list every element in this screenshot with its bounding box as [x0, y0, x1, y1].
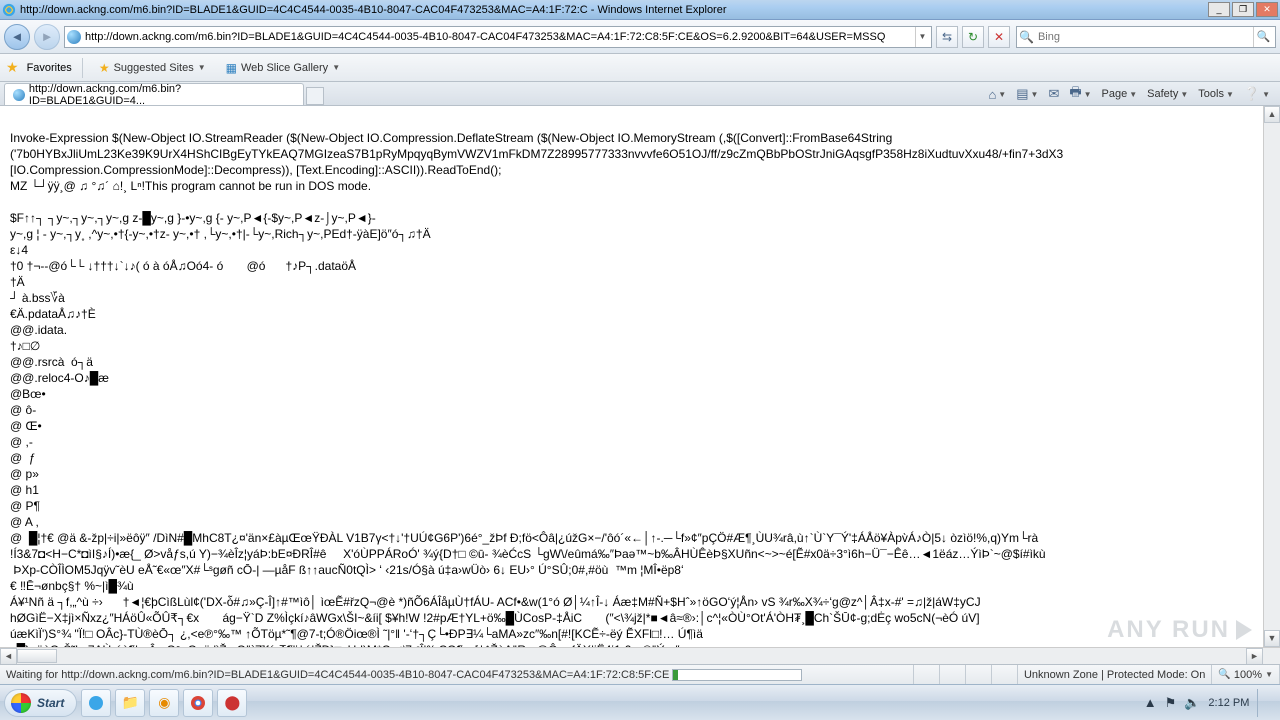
new-tab-button[interactable]: [306, 87, 324, 105]
page-icon: ▦: [226, 61, 237, 75]
tab-title: http://down.ackng.com/m6.bin?ID=BLADE1&G…: [29, 83, 295, 107]
play-icon: [1236, 620, 1252, 640]
windows-taskbar: Start 📁 ◉ ⬤ ▲ ⚑ 🔈 2:12 PM: [0, 684, 1280, 720]
help-icon: ❔: [1244, 86, 1260, 102]
help-button[interactable]: ❔▼: [1244, 86, 1270, 102]
globe-icon: [67, 30, 81, 44]
forward-button[interactable]: ►: [34, 24, 60, 50]
search-go-button[interactable]: 🔍: [1253, 27, 1273, 47]
globe-icon: [13, 89, 25, 101]
maximize-button[interactable]: ❐: [1232, 2, 1254, 17]
suggested-sites-link[interactable]: ★ Suggested Sites ▼: [93, 59, 212, 77]
print-button[interactable]: 🖶▼: [1069, 83, 1091, 105]
url-input[interactable]: [85, 31, 915, 43]
web-slice-link[interactable]: ▦ Web Slice Gallery ▼: [220, 59, 346, 77]
volume-icon[interactable]: 🔈: [1184, 695, 1200, 711]
safety-menu[interactable]: Safety ▼: [1147, 88, 1188, 100]
rss-icon: ▤: [1016, 86, 1028, 102]
read-mail-button[interactable]: ✉: [1048, 86, 1059, 102]
feeds-button[interactable]: ▤▼: [1016, 86, 1038, 102]
mail-icon: ✉: [1048, 86, 1059, 102]
progress-bar: [672, 669, 802, 681]
refresh-button[interactable]: ↻: [962, 26, 984, 48]
search-icon: 🔍: [1019, 30, 1034, 44]
navigation-bar: ◄ ► ▼ ⇆ ↻ ✕ 🔍 🔍: [0, 20, 1280, 54]
show-desktop[interactable]: [1257, 689, 1268, 717]
page-menu[interactable]: Page ▼: [1102, 88, 1138, 100]
page-content: Invoke-Expression $(New-Object IO.Stream…: [0, 106, 1280, 664]
search-input[interactable]: [1038, 31, 1253, 43]
window-titlebar: http://down.ackng.com/m6.bin?ID=BLADE1&G…: [0, 0, 1280, 20]
vertical-scrollbar[interactable]: ▲▼: [1263, 106, 1280, 664]
favorites-bar: ★ Favorites ★ Suggested Sites ▼ ▦ Web Sl…: [0, 54, 1280, 82]
tab-strip: http://down.ackng.com/m6.bin?ID=BLADE1&G…: [0, 82, 1280, 106]
action-center-icon[interactable]: ⚑: [1165, 695, 1177, 711]
back-button[interactable]: ◄: [4, 24, 30, 50]
anyrun-watermark: ANY RUN: [1107, 620, 1252, 640]
browser-tab[interactable]: http://down.ackng.com/m6.bin?ID=BLADE1&G…: [4, 83, 304, 105]
tools-menu[interactable]: Tools ▼: [1198, 88, 1234, 100]
favorites-star-icon[interactable]: ★: [6, 59, 19, 76]
status-text: Waiting for http://down.ackng.com/m6.bin…: [0, 665, 914, 684]
stop-button[interactable]: ✕: [988, 26, 1010, 48]
scroll-left-button[interactable]: ◄: [0, 648, 17, 664]
printer-icon: 🖶: [1069, 83, 1081, 105]
system-tray[interactable]: ▲ ⚑ 🔈 2:12 PM: [1144, 689, 1276, 717]
ie-icon: [2, 3, 16, 17]
start-button[interactable]: Start: [4, 689, 77, 717]
command-bar: ⌂▼ ▤▼ ✉ 🖶▼ Page ▼ Safety ▼ Tools ▼ ❔▼: [988, 83, 1270, 105]
raw-text: Invoke-Expression $(New-Object IO.Stream…: [10, 130, 1270, 658]
tray-icon[interactable]: ▲: [1144, 695, 1157, 710]
favorites-label[interactable]: Favorites: [27, 62, 72, 74]
search-box[interactable]: 🔍 🔍: [1016, 26, 1276, 48]
url-dropdown-icon[interactable]: ▼: [915, 27, 929, 47]
scroll-right-button[interactable]: ►: [1246, 648, 1263, 664]
scroll-thumb[interactable]: [17, 649, 57, 663]
minimize-button[interactable]: _: [1208, 2, 1230, 17]
windows-orb-icon: [11, 693, 31, 713]
star-icon: ★: [99, 61, 110, 75]
chevron-down-icon: ▼: [198, 63, 206, 72]
zoom-control[interactable]: 🔍 100% ▼: [1212, 665, 1280, 684]
window-title: http://down.ackng.com/m6.bin?ID=BLADE1&G…: [20, 4, 1206, 16]
taskbar-explorer-button[interactable]: 📁: [115, 689, 145, 717]
close-button[interactable]: ✕: [1256, 2, 1278, 17]
compatibility-button[interactable]: ⇆: [936, 26, 958, 48]
chevron-down-icon: ▼: [332, 63, 340, 72]
scroll-up-button[interactable]: ▲: [1264, 106, 1280, 123]
clock[interactable]: 2:12 PM: [1208, 697, 1249, 709]
home-button[interactable]: ⌂▼: [988, 87, 1006, 102]
taskbar-ie-button[interactable]: [81, 689, 111, 717]
taskbar-media-button[interactable]: ◉: [149, 689, 179, 717]
taskbar-app-button[interactable]: ⬤: [217, 689, 247, 717]
status-bar: Waiting for http://down.ackng.com/m6.bin…: [0, 664, 1280, 684]
address-bar[interactable]: ▼: [64, 26, 932, 48]
home-icon: ⌂: [988, 87, 996, 102]
security-zone: Unknown Zone | Protected Mode: On: [1018, 665, 1212, 684]
scroll-down-button[interactable]: ▼: [1264, 630, 1280, 647]
taskbar-chrome-button[interactable]: [183, 689, 213, 717]
separator: [82, 58, 83, 78]
horizontal-scrollbar[interactable]: ◄►: [0, 647, 1280, 664]
